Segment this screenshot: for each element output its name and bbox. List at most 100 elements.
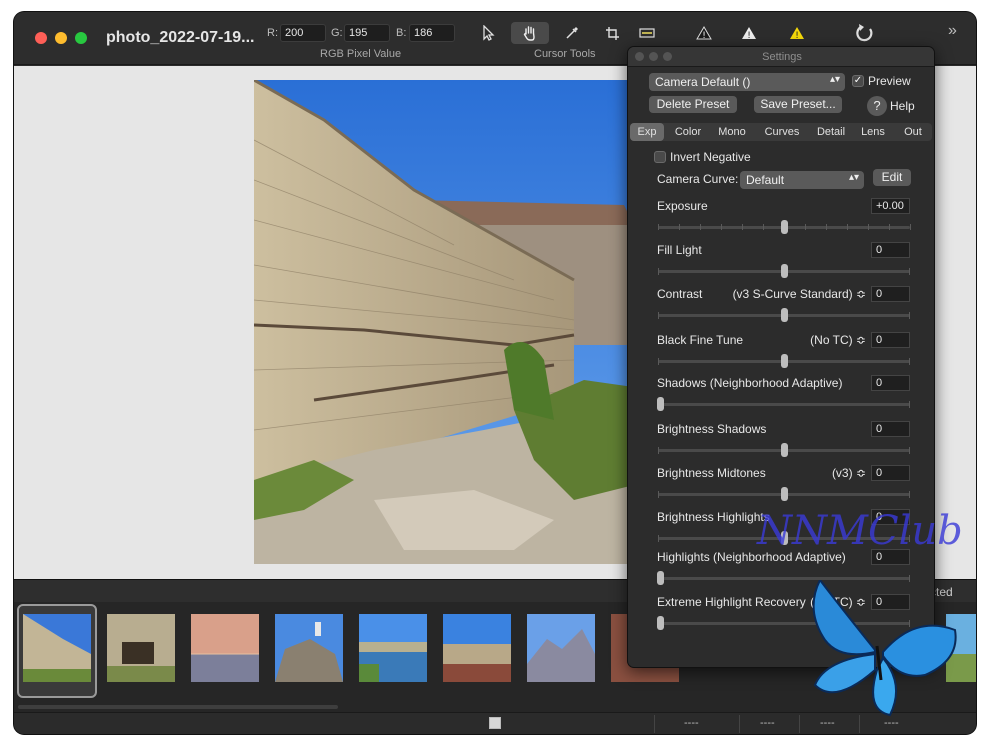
slider-track[interactable] <box>658 308 910 322</box>
slider-track[interactable] <box>657 397 910 411</box>
tab-detail[interactable]: Detail <box>810 123 852 141</box>
filmstrip-scrollbar[interactable] <box>18 705 338 709</box>
camera-curve-select[interactable]: Default ▴▾ <box>740 171 864 189</box>
straighten-icon[interactable] <box>634 22 660 44</box>
arrow-cursor-icon[interactable] <box>476 22 502 44</box>
slider-tick <box>868 224 869 230</box>
invert-negative-label: Invert Negative <box>670 150 751 164</box>
slider-tick <box>658 312 659 319</box>
panel-close-button[interactable] <box>635 52 644 61</box>
tab-lens[interactable]: Lens <box>856 123 890 141</box>
slider-value-field[interactable]: 0 <box>871 375 910 391</box>
slider-value-field[interactable]: 0 <box>871 332 910 348</box>
watermark-text: NNMClub <box>757 508 963 554</box>
slider-track[interactable] <box>658 443 910 457</box>
slider-thumb[interactable] <box>781 220 788 234</box>
crop-icon[interactable] <box>599 22 625 44</box>
svg-text:!: ! <box>702 31 706 40</box>
slider-thumb[interactable] <box>781 354 788 368</box>
slider-thumb[interactable] <box>657 571 664 585</box>
help-icon[interactable]: ? <box>867 96 887 116</box>
tab-mono[interactable]: Mono <box>712 123 752 141</box>
slider-track[interactable] <box>658 487 910 501</box>
tab-color[interactable]: Color <box>668 123 708 141</box>
tab-exp[interactable]: Exp <box>630 123 664 141</box>
slider-value-field[interactable]: +0.00 <box>871 198 910 214</box>
tab-curves[interactable]: Curves <box>758 123 806 141</box>
preset-value: Camera Default () <box>655 75 751 89</box>
slider-tick <box>805 224 806 230</box>
slider-tick <box>742 224 743 230</box>
slider-label: Shadows (Neighborhood Adaptive) <box>657 376 843 390</box>
expand-down-icon[interactable] <box>489 717 501 729</box>
minimize-window-button[interactable] <box>55 32 67 44</box>
slider-thumb[interactable] <box>657 397 664 411</box>
svg-text:!: ! <box>747 31 751 40</box>
slider-thumb[interactable] <box>781 264 788 278</box>
slider-tick <box>658 268 659 275</box>
slider-tick <box>826 224 827 230</box>
delete-preset-button[interactable]: Delete Preset <box>649 96 737 113</box>
slider-thumb[interactable] <box>657 616 664 630</box>
slider-value-field[interactable]: 0 <box>871 421 910 437</box>
r-label: R: <box>267 27 278 39</box>
slider-thumb[interactable] <box>781 308 788 322</box>
tab-out[interactable]: Out <box>896 123 930 141</box>
slider-tick <box>763 224 764 230</box>
close-window-button[interactable] <box>35 32 47 44</box>
warning-icon[interactable]: ! <box>736 22 762 44</box>
hand-icon[interactable] <box>511 22 549 44</box>
toolbar-overflow-icon[interactable]: » <box>948 22 957 40</box>
status-divider <box>654 715 655 733</box>
slider-tick <box>889 224 890 230</box>
thumbnail[interactable] <box>527 614 595 682</box>
slider-track[interactable] <box>658 264 910 278</box>
slider-value-field[interactable]: 0 <box>871 286 910 302</box>
zoom-window-button[interactable] <box>75 32 87 44</box>
photo-preview[interactable] <box>254 80 654 564</box>
slider-tick <box>658 358 659 365</box>
slider-tick <box>658 447 659 454</box>
eyedropper-icon[interactable] <box>559 22 585 44</box>
save-preset-button[interactable]: Save Preset... <box>754 96 842 113</box>
slider-tick <box>721 224 722 230</box>
preset-select[interactable]: Camera Default () ▴▾ <box>649 73 845 91</box>
status-cell-1: ---- <box>684 717 699 729</box>
slider-track[interactable] <box>658 354 910 368</box>
slider-track[interactable] <box>658 220 911 234</box>
rotate-icon[interactable] <box>852 22 878 44</box>
thumbnail[interactable] <box>23 614 91 682</box>
thumbnail[interactable] <box>359 614 427 682</box>
panel-minimize-button[interactable] <box>649 52 658 61</box>
window-title: photo_2022-07-19... <box>106 29 255 46</box>
settings-tabs: Exp Color Mono Curves Detail Lens Out <box>630 123 932 141</box>
slider-thumb[interactable] <box>781 443 788 457</box>
cursor-tools-caption: Cursor Tools <box>534 48 596 60</box>
thumbnail[interactable] <box>443 614 511 682</box>
edit-curve-button[interactable]: Edit <box>873 169 911 186</box>
camera-curve-label: Camera Curve: <box>657 172 739 186</box>
slider-label: Black Fine Tune <box>657 333 744 347</box>
slider-mode-select[interactable]: (v3 S-Curve Standard) ≎ <box>733 287 866 301</box>
preview-label: Preview <box>868 74 911 88</box>
slider-mode-select[interactable]: (No TC) ≎ <box>810 333 866 347</box>
slider-tick <box>909 401 910 408</box>
preview-checkbox[interactable]: ✓ <box>852 75 864 87</box>
b-label: B: <box>396 27 407 39</box>
slider-label: Brightness Midtones <box>657 466 766 480</box>
thumbnail[interactable] <box>107 614 175 682</box>
slider-mode-select[interactable]: (v3) ≎ <box>832 466 866 480</box>
thumbnail[interactable] <box>191 614 259 682</box>
status-divider <box>739 715 740 733</box>
warning-outline-icon[interactable]: ! <box>691 22 717 44</box>
slider-value-field[interactable]: 0 <box>871 242 910 258</box>
status-divider <box>799 715 800 733</box>
popup-arrows-icon: ▴▾ <box>829 74 840 85</box>
slider-value-field[interactable]: 0 <box>871 465 910 481</box>
invert-negative-checkbox[interactable] <box>654 151 666 163</box>
g-label: G: <box>331 27 343 39</box>
warning-yellow-icon[interactable]: ! <box>784 22 810 44</box>
thumbnail[interactable] <box>275 614 343 682</box>
panel-zoom-button[interactable] <box>663 52 672 61</box>
slider-thumb[interactable] <box>781 487 788 501</box>
